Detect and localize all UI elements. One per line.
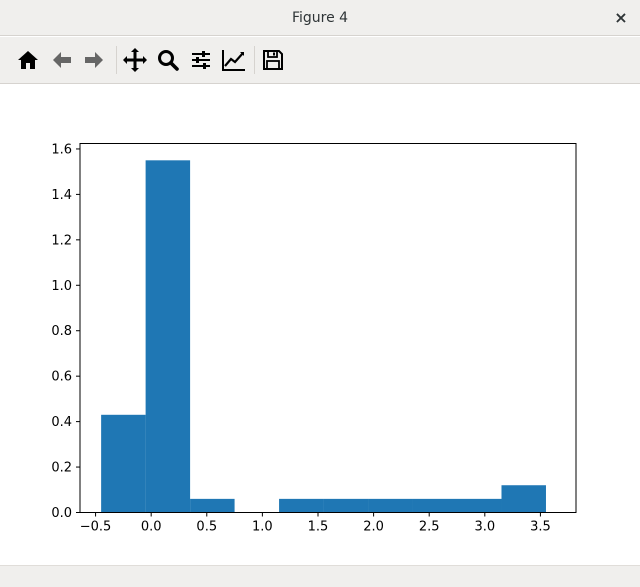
x-tick-label-0: −0.5 [80, 520, 112, 535]
navigation-toolbar [0, 37, 640, 84]
home-button[interactable] [14, 46, 42, 74]
x-tick-label-4: 1.5 [308, 520, 329, 535]
histogram-bar-1 [145, 160, 191, 513]
y-axis-ticks: 0.0 0.2 0.4 0.6 0.8 1.0 1.2 1.4 1.6 [51, 142, 80, 521]
y-tick-label-7: 1.4 [51, 188, 72, 203]
x-tick-label-5: 2.0 [363, 520, 384, 535]
y-tick-label-1: 0.2 [51, 461, 72, 476]
histogram-bar-2 [190, 498, 235, 513]
save-floppy-icon [263, 50, 283, 70]
x-tick-label-2: 0.5 [196, 520, 217, 535]
x-axis-ticks: −0.5 0.0 0.5 1.0 1.5 2.0 2.5 3.0 3.5 [80, 512, 551, 535]
y-tick-label-3: 0.6 [51, 370, 72, 385]
window-title: Figure 4 [291, 10, 349, 26]
y-tick-label-6: 1.2 [51, 233, 72, 248]
zoom-button[interactable] [154, 46, 182, 74]
forward-button[interactable] [80, 46, 108, 74]
y-tick-label-4: 0.8 [51, 324, 72, 339]
toolbar-separator [116, 46, 117, 74]
y-tick-label-5: 1.0 [51, 279, 72, 294]
y-tick-label-8: 1.6 [51, 142, 72, 157]
back-button[interactable] [48, 46, 76, 74]
y-tick-label-0: 0.0 [51, 506, 72, 521]
bars-group [101, 160, 546, 513]
histogram-bar-8 [457, 498, 502, 513]
back-arrow-icon [53, 52, 71, 68]
histogram-bar-6 [368, 498, 413, 513]
close-icon[interactable]: × [612, 9, 630, 27]
forward-arrow-icon [85, 52, 103, 68]
window-titlebar: Figure 4 × [0, 0, 640, 36]
pan-move-icon [123, 48, 147, 72]
histogram-bar-5 [323, 498, 369, 513]
histogram-chart: −0.5 0.0 0.5 1.0 1.5 2.0 2.5 3.0 3.5 0.00.20.40.… [51, 142, 577, 535]
figure-canvas[interactable]: −0.5 0.0 0.5 1.0 1.5 2.0 2.5 3.0 3.5 0.0 0.2 0.4 0.… [0, 84, 640, 565]
x-tick-label-8: 3.5 [530, 520, 551, 535]
y-tick-label-2: 0.4 [51, 415, 72, 430]
status-bar [0, 565, 640, 587]
histogram-bar-7 [412, 498, 458, 513]
save-button[interactable] [259, 46, 287, 74]
histogram-bar-4 [279, 498, 324, 513]
home-icon [18, 51, 38, 69]
configure-subplots-icon [192, 51, 210, 69]
x-tick-label-7: 3.0 [474, 520, 495, 535]
pan-button[interactable] [121, 46, 149, 74]
configure-subplots-button[interactable] [187, 46, 215, 74]
zoom-magnifier-icon [158, 50, 179, 71]
histogram-bar-0 [101, 414, 146, 513]
x-tick-label-1: 0.0 [141, 520, 162, 535]
x-tick-label-6: 2.5 [419, 520, 440, 535]
x-tick-label-3: 1.0 [252, 520, 273, 535]
edit-axes-icon [222, 50, 245, 71]
edit-axes-button[interactable] [220, 46, 248, 74]
histogram-bar-9 [501, 485, 546, 513]
toolbar-separator [254, 46, 255, 74]
